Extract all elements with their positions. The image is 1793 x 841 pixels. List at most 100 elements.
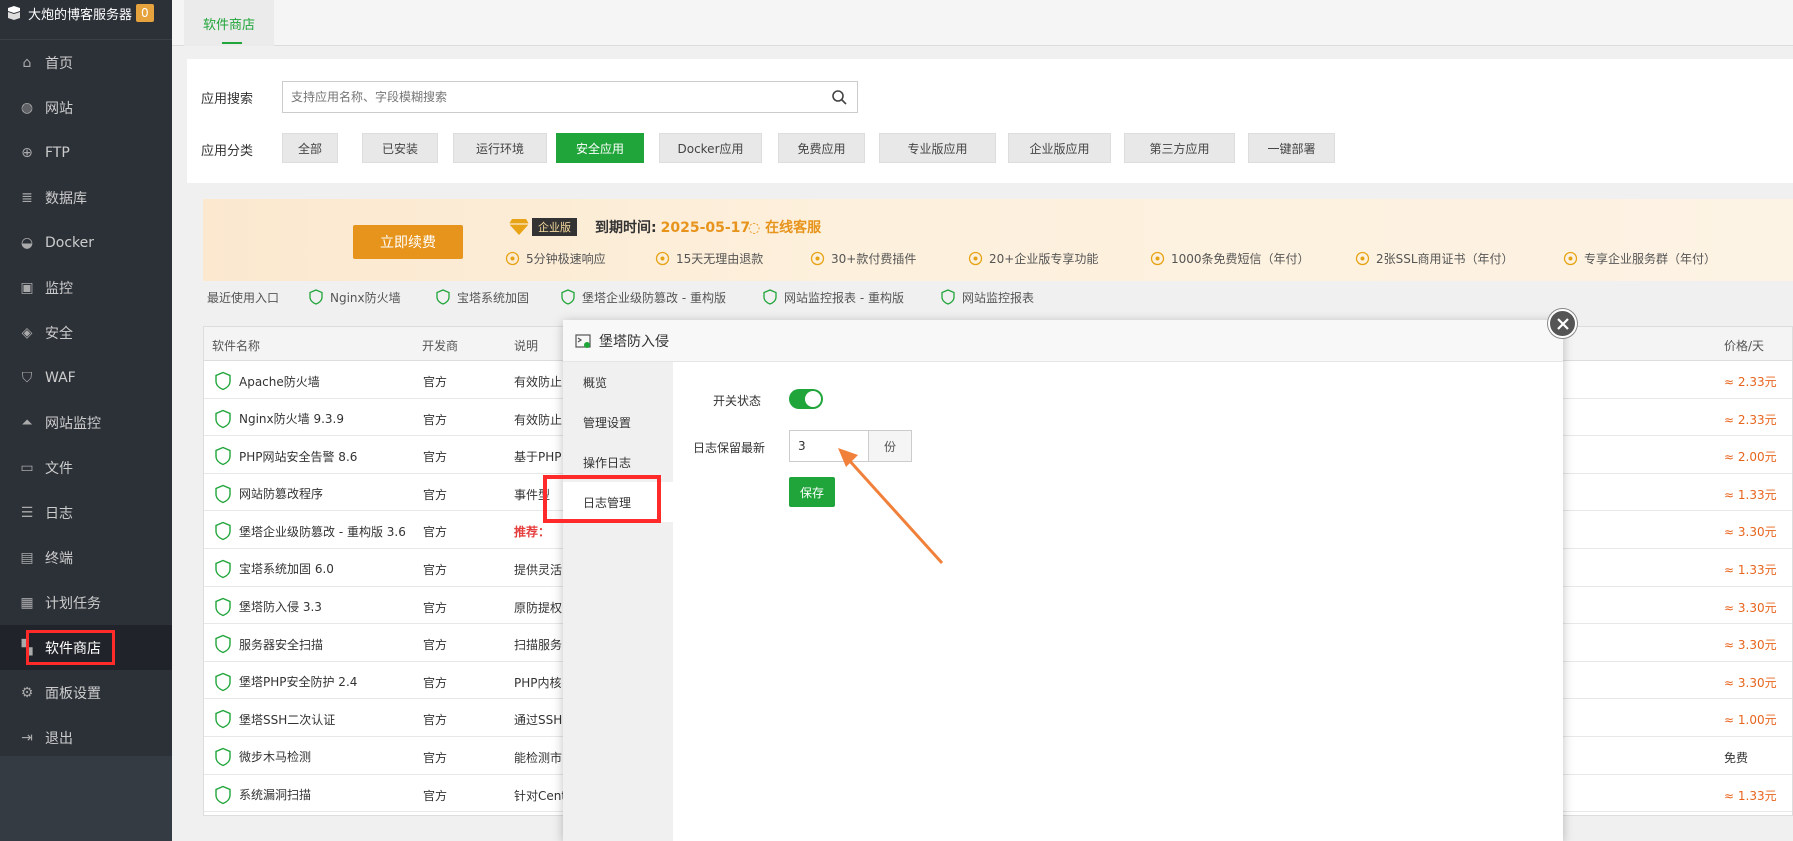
sidebar-item-13[interactable]: ▚ 软件商店 xyxy=(0,625,172,670)
search-input[interactable] xyxy=(283,82,813,112)
modal-close-button[interactable] xyxy=(1548,309,1577,338)
sidebar-item-8[interactable]: ⏶ 网站监控 xyxy=(0,400,172,445)
category-button-5[interactable]: 免费应用 xyxy=(778,133,865,163)
recent-item-label: 宝塔系统加固 xyxy=(457,290,530,305)
software-name: PHP网站安全告警 8.6 xyxy=(239,449,358,464)
price: ≈ 3.30元 xyxy=(1724,525,1777,540)
sidebar-item-4[interactable]: ◒ Docker xyxy=(0,220,172,265)
software-icon xyxy=(215,672,231,691)
sidebar-item-7[interactable]: ⛉ WAF xyxy=(0,355,172,400)
software-name-cell: 堡塔企业级防篡改 - 重构版 3.6 xyxy=(213,521,406,541)
category-button-3[interactable]: 安全应用 xyxy=(556,133,644,163)
feature-icon xyxy=(810,251,825,266)
save-button[interactable]: 保存 xyxy=(789,477,835,507)
tab-software-store[interactable]: 软件商店 xyxy=(184,0,274,46)
sidebar-item-label: 退出 xyxy=(45,730,73,747)
software-name-cell: 服务器安全扫描 xyxy=(213,634,323,654)
description: PHP内核 xyxy=(514,675,562,690)
developer: 官方 xyxy=(423,375,448,389)
sidebar-item-label: 监控 xyxy=(45,280,73,297)
sidebar-item-label: 文件 xyxy=(45,460,73,477)
globe-icon: ◍ xyxy=(20,99,34,116)
sidebar-item-label: 日志 xyxy=(45,505,73,522)
logout-icon: ⇥ xyxy=(21,729,33,746)
price: 免费 xyxy=(1724,750,1749,765)
server-logo-icon xyxy=(8,6,20,20)
sidebar-item-5[interactable]: ▣ 监控 xyxy=(0,265,172,310)
price: ≈ 2.00元 xyxy=(1724,450,1777,465)
terminal-icon: ▤ xyxy=(20,549,34,566)
price: ≈ 1.00元 xyxy=(1724,713,1777,728)
developer: 官方 xyxy=(423,600,448,615)
recent-item[interactable]: 宝塔系统加固 xyxy=(435,288,529,306)
recent-item[interactable]: 网站监控报表 xyxy=(940,288,1034,306)
software-icon xyxy=(215,409,231,428)
top-tab-bar: 软件商店 xyxy=(172,0,1793,46)
software-name: 网站防篡改程序 xyxy=(239,487,324,502)
description: 有效防止 xyxy=(514,412,563,427)
highlight-box xyxy=(543,475,661,523)
sidebar-item-6[interactable]: ◈ 安全 xyxy=(0,310,172,355)
sidebar-item-15[interactable]: ⇥ 退出 xyxy=(0,715,172,760)
brand-title: 大炮的博客服务器 xyxy=(28,7,133,23)
sidebar-item-label: 面板设置 xyxy=(45,685,101,702)
notification-badge[interactable]: 0 xyxy=(136,4,154,22)
category-button-8[interactable]: 第三方应用 xyxy=(1124,133,1235,163)
description: 扫描服务 xyxy=(514,638,563,653)
sidebar-item-9[interactable]: ▭ 文件 xyxy=(0,445,172,490)
software-name-cell: 堡塔PHP安全防护 2.4 xyxy=(213,672,357,692)
developer: 官方 xyxy=(423,487,448,502)
sidebar-item-14[interactable]: ⚙ 面板设置 xyxy=(0,670,172,715)
developer: 官方 xyxy=(423,450,448,465)
developer: 官方 xyxy=(423,675,448,690)
category-button-4[interactable]: Docker应用 xyxy=(659,133,762,163)
sidebar-item-1[interactable]: ◍ 网站 xyxy=(0,85,172,130)
recent-item[interactable]: Nginx防火墙 xyxy=(308,288,401,306)
recent-item[interactable]: 网站监控报表 - 重构版 xyxy=(762,288,904,306)
sidebar-item-10[interactable]: ☰ 日志 xyxy=(0,490,172,535)
modal-menu-item-1[interactable]: 管理设置 xyxy=(563,402,673,442)
software-name-cell: Apache防火墙 xyxy=(213,371,320,391)
retain-count-input[interactable] xyxy=(789,430,869,462)
developer: 官方 xyxy=(423,638,448,653)
sidebar-footer xyxy=(0,756,172,841)
sidebar-item-3[interactable]: ≣ 数据库 xyxy=(0,175,172,220)
price: ≈ 3.30元 xyxy=(1724,675,1777,690)
sidebar-item-label: 安全 xyxy=(45,325,73,342)
category-button-1[interactable]: 已安装 xyxy=(362,133,438,163)
status-toggle[interactable] xyxy=(789,389,823,409)
software-name: Nginx防火墙 9.3.9 xyxy=(239,412,344,427)
software-icon xyxy=(215,634,231,654)
category-button-6[interactable]: 专业版应用 xyxy=(879,133,996,163)
modal-menu-item-3[interactable]: 日志管理 xyxy=(543,475,673,523)
edition-badge: 企业版 xyxy=(508,217,577,237)
shield-icon: ◈ xyxy=(21,324,33,341)
price: ≈ 2.33元 xyxy=(1724,412,1777,427)
recent-item-label: Nginx防火墙 xyxy=(330,290,401,305)
home-icon: ⌂ xyxy=(22,54,32,71)
software-name: 堡塔企业级防篡改 - 重构版 3.6 xyxy=(239,524,406,539)
sidebar-item-2[interactable]: ⊕ FTP xyxy=(0,130,172,175)
online-service-link[interactable]: ◌ 在线客服 xyxy=(748,217,821,237)
feature-icon xyxy=(1355,251,1370,266)
category-button-7[interactable]: 企业版应用 xyxy=(1008,133,1111,163)
price: ≈ 3.30元 xyxy=(1724,638,1777,653)
category-button-0[interactable]: 全部 xyxy=(282,133,338,163)
sidebar-item-11[interactable]: ▤ 终端 xyxy=(0,535,172,580)
software-icon xyxy=(215,522,231,541)
recent-item[interactable]: 堡塔企业级防篡改 - 重构版 xyxy=(560,288,726,306)
modal-menu-label: 管理设置 xyxy=(583,415,632,430)
category-button-9[interactable]: 一键部署 xyxy=(1248,133,1335,163)
retain-unit: 份 xyxy=(868,430,912,462)
category-button-2[interactable]: 运行环境 xyxy=(453,133,547,163)
sidebar-item-12[interactable]: ▦ 计划任务 xyxy=(0,580,172,625)
sidebar-item-0[interactable]: ⌂ 首页 xyxy=(0,40,172,85)
search-icon[interactable] xyxy=(831,89,847,105)
modal-menu-item-0[interactable]: 概览 xyxy=(563,362,673,402)
renew-button[interactable]: 立即续费 xyxy=(353,225,463,259)
software-name: Apache防火墙 xyxy=(239,374,320,389)
developer: 官方 xyxy=(423,562,448,577)
feature-item: 5分钟极速响应 xyxy=(505,250,606,267)
expire-date: 2025-05-17 xyxy=(660,220,751,236)
plugin-modal: 堡塔防入侵 概览管理设置操作日志日志管理 开关状态 日志保留最新 份 保存 xyxy=(543,320,1563,841)
